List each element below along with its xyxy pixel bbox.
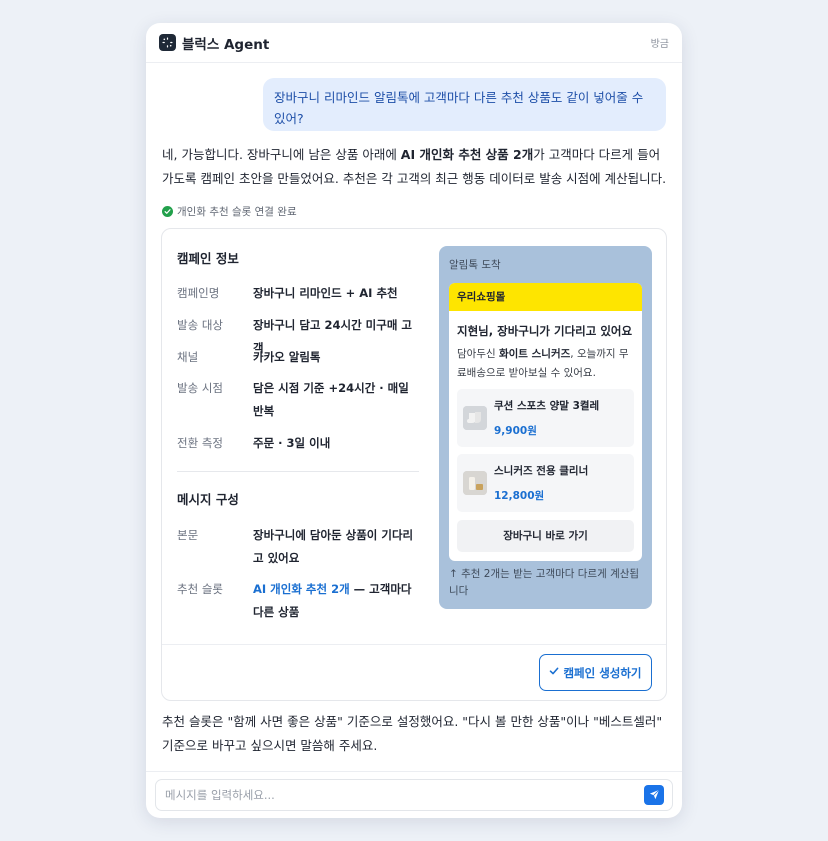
assistant-reply-intro: 네, 가능합니다. 장바구니에 남은 상품 아래에 AI 개인화 추천 상품 2… xyxy=(162,143,668,191)
app-header: 블럭스 Agent 방금 xyxy=(146,23,682,63)
message-row-slot: 추천 슬롯 AI 개인화 추천 2개 — 고객마다 다른 상품 xyxy=(177,578,422,624)
info-row-channel: 채널 카카오 알림톡 xyxy=(177,346,422,369)
card-footer-divider xyxy=(162,644,666,645)
section-divider xyxy=(177,471,419,472)
message-input[interactable] xyxy=(156,780,636,810)
info-label: 전환 측정 xyxy=(177,436,223,450)
message-composer xyxy=(146,771,682,818)
info-label: 채널 xyxy=(177,350,199,364)
campaign-info-title: 캠페인 정보 xyxy=(177,251,239,266)
message-timestamp: 방금 xyxy=(650,39,669,50)
app-logo-icon xyxy=(159,34,176,51)
intro-highlight: AI 개인화 추천 상품 2개 xyxy=(400,147,534,162)
product-price: 12,800원 xyxy=(494,490,545,502)
info-label: 캠페인명 xyxy=(177,286,220,300)
slot-value: AI 개인화 추천 2개 — 고객마다 다른 상품 xyxy=(253,578,422,624)
send-button[interactable] xyxy=(644,785,664,805)
send-icon xyxy=(649,788,660,803)
status-text: 개인화 추천 슬롯 연결 완료 xyxy=(177,205,297,218)
campaign-card: 캠페인 정보 캠페인명 장바구니 리마인드 + AI 추천 발송 대상 장바구니… xyxy=(161,228,667,701)
message-label: 본문 xyxy=(177,528,199,542)
message-body-product: 화이트 스니커즈 xyxy=(498,348,571,360)
conversation: 장바구니 리마인드 알림톡에 고객마다 다른 추천 상품도 같이 넣어줄 수 있… xyxy=(146,63,682,770)
intro-text: 네, 가능합니다. 장바구니에 남은 상품 아래에 xyxy=(162,147,401,162)
product-name: 스니커즈 전용 클리너 xyxy=(494,465,589,477)
recommendation-slot-link[interactable]: AI 개인화 추천 2개 xyxy=(253,582,350,596)
product-price: 9,900원 xyxy=(494,425,537,437)
info-value: 담은 시점 기준 +24시간 · 매일 반복 xyxy=(253,381,409,418)
message-input-wrapper xyxy=(155,779,673,811)
info-row-conversion: 전환 측정 주문 · 3일 이내 xyxy=(177,432,422,455)
info-value: 카카오 알림톡 xyxy=(253,350,321,364)
assistant-reply-outro: 추천 슬롯은 "함께 사면 좋은 상품" 기준으로 설정했어요. "다시 볼 만… xyxy=(162,714,663,753)
slot-label: 추천 슬롯 xyxy=(177,582,223,596)
create-campaign-label: 캠페인 생성하기 xyxy=(563,665,642,680)
alimtalk-message: 우리쇼핑몰 지현님, 장바구니가 기다리고 있어요 담아두신 화이트 스니커즈,… xyxy=(449,283,642,561)
user-message-bubble: 장바구니 리마인드 알림톡에 고객마다 다른 추천 상품도 같이 넣어줄 수 있… xyxy=(263,78,666,131)
info-value: 주문 · 3일 이내 xyxy=(253,436,331,450)
preview-note: ↑ 추천 2개는 받는 고객마다 다르게 계산됩니다 xyxy=(449,568,640,597)
alimtalk-preview: 알림톡 도착 우리쇼핑몰 지현님, 장바구니가 기다리고 있어요 담아두신 화이… xyxy=(439,246,652,609)
info-label: 발송 시점 xyxy=(177,381,223,395)
socks-image-icon xyxy=(463,406,487,430)
app-title: 블럭스 Agent xyxy=(182,36,270,53)
preview-label: 알림톡 도착 xyxy=(449,259,501,271)
message-value: 장바구니에 담아둔 상품이 기다리고 있어요 xyxy=(253,528,414,565)
go-to-cart-button[interactable]: 장바구니 바로 가기 xyxy=(457,520,634,552)
checkmark-icon xyxy=(549,666,559,679)
create-campaign-button[interactable]: 캠페인 생성하기 xyxy=(539,654,652,691)
message-body: 담아두신 화이트 스니커즈, 오늘까지 무료배송으로 받아보실 수 있어요. xyxy=(457,345,637,383)
info-row-name: 캠페인명 장바구니 리마인드 + AI 추천 xyxy=(177,282,422,305)
recommended-product[interactable]: 스니커즈 전용 클리너 12,800원 xyxy=(457,454,634,512)
status-indicator: 개인화 추천 슬롯 연결 완료 xyxy=(162,203,297,219)
recommended-product[interactable]: 쿠션 스포츠 양말 3켤레 9,900원 xyxy=(457,389,634,447)
message-body-text: 담아두신 xyxy=(457,348,499,360)
message-headline: 지현님, 장바구니가 기다리고 있어요 xyxy=(457,324,633,338)
cleaner-image-icon xyxy=(463,471,487,495)
info-value: 장바구니 리마인드 + AI 추천 xyxy=(253,286,398,300)
chat-window: 블럭스 Agent 방금 장바구니 리마인드 알림톡에 고객마다 다른 추천 상… xyxy=(146,23,682,818)
message-config-title: 메시지 구성 xyxy=(177,492,239,507)
check-circle-icon xyxy=(162,205,173,217)
message-row-body: 본문 장바구니에 담아둔 상품이 기다리고 있어요 xyxy=(177,524,422,570)
shop-name-header: 우리쇼핑몰 xyxy=(449,283,642,311)
product-name: 쿠션 스포츠 양말 3켤레 xyxy=(494,400,600,412)
info-row-timing: 발송 시점 담은 시점 기준 +24시간 · 매일 반복 xyxy=(177,377,422,423)
